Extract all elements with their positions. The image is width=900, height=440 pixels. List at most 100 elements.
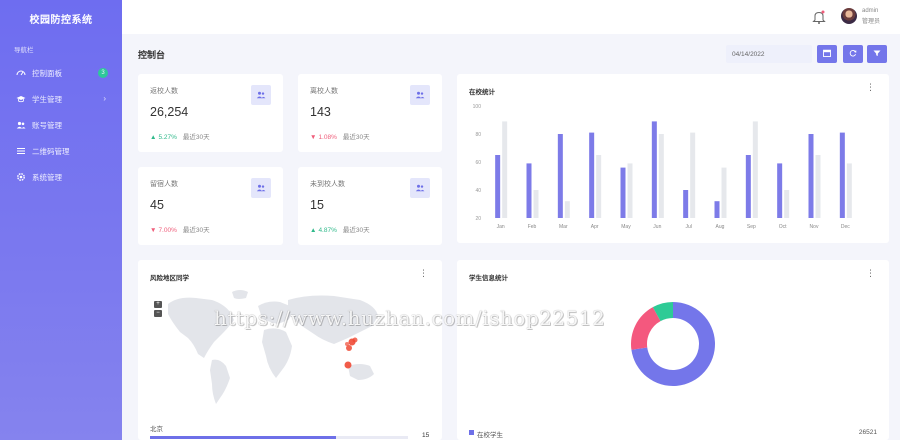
sidebar-item-dashboard[interactable]: 控制面板 3 <box>0 60 122 86</box>
users-icon <box>251 178 271 198</box>
trend-percent: 1.08% <box>318 134 337 141</box>
y-tick-label: 40 <box>475 188 481 194</box>
bar-series-2[interactable] <box>627 163 633 218</box>
x-tick-label: Feb <box>528 224 537 230</box>
filter-button[interactable] <box>867 45 887 63</box>
date-picker-input[interactable] <box>726 45 812 63</box>
page-title: 控制台 <box>138 50 166 60</box>
bar-series-1[interactable] <box>620 167 626 218</box>
x-tick-label: Oct <box>779 224 787 230</box>
sidebar-item-label: 学生管理 <box>32 94 62 104</box>
stat-card-absent: 未到校人数 15 ▲ 4.87% 最近30天 <box>298 167 442 245</box>
sidebar-item-qrcodes[interactable]: 二维码管理 <box>0 138 122 164</box>
chevron-right-icon: › <box>103 94 106 103</box>
x-tick-label: Aug <box>716 224 725 230</box>
app-title: 校园防控系统 <box>29 14 93 26</box>
trend-period: 最近30天 <box>182 227 210 234</box>
y-tick-label: 20 <box>475 216 481 222</box>
stat-trend: ▼ 1.08% 最近30天 <box>310 131 370 141</box>
arrow-down-icon: ▼ <box>150 227 157 234</box>
x-tick-label: Apr <box>591 224 599 230</box>
bar-series-1[interactable] <box>839 132 845 218</box>
stat-value: 143 <box>310 105 331 119</box>
refresh-button[interactable] <box>843 45 863 63</box>
bar-series-1[interactable] <box>777 163 783 218</box>
stat-card-left: 离校人数 143 ▼ 1.08% 最近30天 <box>298 74 442 152</box>
bar-series-2[interactable] <box>596 155 602 218</box>
y-tick-label: 60 <box>475 160 481 166</box>
bar-series-1[interactable] <box>589 132 595 218</box>
bar-series-1[interactable] <box>745 155 751 218</box>
sidebar-item-system[interactable]: 系统管理 <box>0 164 122 190</box>
donut-chart <box>631 302 715 386</box>
bar-series-2[interactable] <box>846 163 852 218</box>
users-icon <box>410 178 430 198</box>
users-icon <box>16 120 26 130</box>
user-role: 管理员 <box>862 19 881 25</box>
stat-value: 45 <box>150 198 164 212</box>
bar-series-2[interactable] <box>815 155 821 218</box>
bar-series-2[interactable] <box>502 121 508 218</box>
bar-series-1[interactable] <box>683 190 689 218</box>
bar-series-2[interactable] <box>721 167 727 218</box>
legend-label[interactable]: 在校学生 <box>477 429 503 439</box>
stat-card-returned: 返校人数 26,254 ▲ 5.27% 最近30天 <box>138 74 283 152</box>
bar-series-2[interactable] <box>784 190 790 218</box>
region-progress-fill <box>150 436 336 439</box>
bar-series-1[interactable] <box>526 163 532 218</box>
trend-percent: 4.87% <box>318 227 337 234</box>
x-tick-label: Jul <box>685 224 691 230</box>
hotspot-marker[interactable] <box>352 337 358 343</box>
user-name[interactable]: admin <box>862 8 878 14</box>
hotspot-marker[interactable] <box>345 342 349 346</box>
bar-series-2[interactable] <box>658 134 664 218</box>
filter-icon <box>873 49 881 59</box>
sidebar-item-students[interactable]: 学生管理 › <box>0 86 122 112</box>
bar-series-1[interactable] <box>808 134 814 218</box>
bar-series-1[interactable] <box>557 134 563 218</box>
users-icon <box>410 85 430 105</box>
bell-icon[interactable] <box>812 9 826 25</box>
legend-swatch <box>469 430 474 435</box>
world-map[interactable] <box>138 260 442 410</box>
donut-slice[interactable] <box>631 307 661 350</box>
graduation-cap-icon <box>16 94 26 104</box>
x-tick-label: Jan <box>497 224 505 230</box>
sidebar-item-accounts[interactable]: 账号管理 <box>0 112 122 138</box>
bar-series-2[interactable] <box>533 190 539 218</box>
hotspot-marker[interactable] <box>344 361 352 369</box>
stat-value: 15 <box>310 198 324 212</box>
bar-series-1[interactable] <box>651 121 657 218</box>
x-tick-label: May <box>621 224 631 230</box>
users-icon <box>251 85 271 105</box>
stat-value: 26,254 <box>150 105 189 119</box>
region-value: 15 <box>422 432 430 439</box>
trend-percent: 7.00% <box>158 227 177 234</box>
refresh-icon <box>849 49 857 59</box>
dashboard-icon <box>16 68 26 78</box>
y-tick-label: 100 <box>473 104 482 110</box>
calendar-button[interactable] <box>817 45 837 63</box>
sidebar-item-label: 二维码管理 <box>32 146 70 156</box>
bar-series-1[interactable] <box>714 201 720 218</box>
trend-percent: 5.27% <box>158 134 177 141</box>
topbar: admin 管理员 <box>122 0 900 34</box>
bar-series-2[interactable] <box>690 132 696 218</box>
avatar[interactable] <box>841 8 857 24</box>
notification-badge: 3 <box>98 68 108 78</box>
arrow-up-icon: ▲ <box>150 134 157 141</box>
legend-value: 26521 <box>858 429 877 436</box>
arrow-up-icon: ▲ <box>310 227 317 234</box>
x-tick-label: Sep <box>747 224 756 230</box>
region-label: 北京 <box>150 426 163 433</box>
bar-series-2[interactable] <box>752 121 758 218</box>
bar-series-1[interactable] <box>495 155 501 218</box>
arrow-down-icon: ▼ <box>310 134 317 141</box>
trend-period: 最近30天 <box>182 134 210 141</box>
sidebar-item-label: 账号管理 <box>32 120 62 130</box>
trend-period: 最近30天 <box>342 134 370 141</box>
region-progress-bar <box>150 436 408 439</box>
sidebar-item-label: 控制面板 <box>32 68 62 78</box>
bar-series-2[interactable] <box>564 201 570 218</box>
risk-hotspots <box>344 337 358 369</box>
